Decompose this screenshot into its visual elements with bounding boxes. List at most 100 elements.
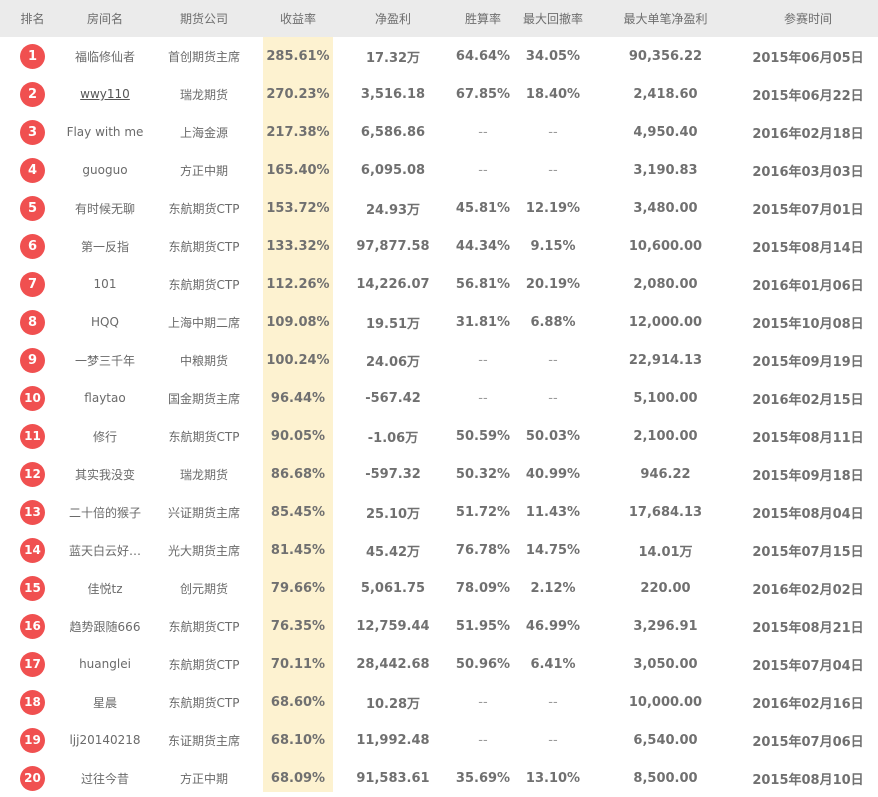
room-name-cell: 佳悦tz [87, 581, 123, 596]
company-cell: 国金期货主席 [167, 391, 240, 406]
company-cell: 瑞龙期货 [179, 467, 228, 482]
room-name-cell: 蓝天白云好… [68, 543, 141, 558]
rank-cell: 1 [0, 37, 65, 75]
room-name-cell: 过往今昔 [80, 771, 129, 786]
yield-cell: 133.32% [266, 238, 330, 254]
win-rate-cell: 51.95% [455, 618, 511, 634]
profit-cell: 91,583.61 [356, 770, 430, 786]
rank-cell: 4 [0, 151, 65, 189]
drawdown-cell: 11.43% [525, 504, 581, 520]
rank-cell: 13 [0, 493, 65, 531]
win-rate-cell: 44.34% [455, 238, 511, 254]
rank-cell: 16 [0, 607, 65, 645]
rank-cell: 10 [0, 379, 65, 417]
table-row: 14 蓝天白云好… 光大期货主席 81.45% 45.42万 76.78% 14.75% 14… [0, 531, 878, 569]
rank-cell: 17 [0, 645, 65, 683]
drawdown-cell: 34.05% [525, 48, 581, 64]
company-cell: 中粮期货 [179, 353, 228, 368]
rank-cell: 5 [0, 189, 65, 227]
date-cell: 2016年02月16日 [752, 696, 864, 712]
profit-cell: 24.06万 [365, 354, 421, 370]
room-name-link[interactable]: wwy110 [80, 87, 130, 101]
room-name-cell: 二十倍的猴子 [68, 505, 141, 520]
table-row: 17 huanglei 东航期货CTP 70.11% 28,442.68 50.96% 6.… [0, 645, 878, 683]
profit-cell: 25.10万 [365, 506, 421, 522]
header-win-rate: 胜算率 [453, 0, 513, 37]
room-name-cell: 101 [93, 277, 117, 291]
max-single-cell: 2,080.00 [633, 276, 698, 292]
max-single-cell: 17,684.13 [628, 504, 703, 520]
profit-cell: 6,586.86 [360, 124, 426, 140]
date-cell: 2016年03月03日 [752, 164, 864, 180]
max-single-cell: 6,540.00 [633, 732, 698, 748]
rank-cell: 14 [0, 531, 65, 569]
drawdown-cell: -- [548, 162, 558, 178]
profit-cell: 28,442.68 [356, 656, 430, 672]
room-name-cell: 趋势跟随666 [69, 619, 141, 634]
room-name-cell: Flay with me [66, 125, 144, 139]
win-rate-cell: -- [478, 732, 488, 748]
profit-cell: -597.32 [365, 466, 421, 482]
max-single-cell: 2,100.00 [633, 428, 698, 444]
drawdown-cell: 14.75% [525, 542, 581, 558]
yield-cell: 112.26% [266, 276, 330, 292]
table-row: 3 Flay with me 上海金源 217.38% 6,586.86 -- -- 4,95… [0, 113, 878, 151]
date-cell: 2016年01月06日 [752, 278, 864, 294]
profit-cell: 3,516.18 [360, 86, 426, 102]
header-company: 期货公司 [145, 0, 263, 37]
rank-badge: 15 [20, 575, 45, 601]
win-rate-cell: -- [478, 390, 488, 406]
company-cell: 东航期货CTP [168, 429, 240, 444]
table-row: 20 过往今昔 方正中期 68.09% 91,583.61 35.69% 13.10% 8,5… [0, 759, 878, 797]
room-name-cell: ljj20140218 [69, 733, 141, 747]
room-name-cell: 星晨 [92, 695, 117, 710]
rank-badge: 16 [20, 613, 45, 639]
company-cell: 东证期货主席 [167, 733, 240, 748]
yield-cell: 153.72% [266, 200, 330, 216]
win-rate-cell: -- [478, 352, 488, 368]
rank-badge: 2 [20, 81, 45, 107]
max-single-cell: 10,000.00 [628, 694, 703, 710]
profit-cell: 17.32万 [365, 50, 421, 66]
table-row: 4 guoguo 方正中期 165.40% 6,095.08 -- -- 3,190.83 20… [0, 151, 878, 189]
rank-cell: 8 [0, 303, 65, 341]
yield-cell: 100.24% [266, 352, 330, 368]
date-cell: 2015年07月06日 [752, 734, 864, 750]
win-rate-cell: 64.64% [455, 48, 511, 64]
drawdown-cell: 12.19% [525, 200, 581, 216]
yield-cell: 96.44% [270, 390, 326, 406]
win-rate-cell: 56.81% [455, 276, 511, 292]
room-name-cell: 一梦三千年 [74, 353, 135, 368]
header-date: 参赛时间 [738, 0, 878, 37]
rank-badge: 20 [20, 765, 45, 791]
yield-cell: 285.61% [266, 48, 330, 64]
rank-badge: 1 [20, 43, 45, 69]
rank-cell: 6 [0, 227, 65, 265]
rank-cell: 18 [0, 683, 65, 721]
win-rate-cell: 35.69% [455, 770, 511, 786]
company-cell: 东航期货CTP [168, 619, 240, 634]
date-cell: 2015年06月22日 [752, 88, 864, 104]
date-cell: 2016年02月18日 [752, 126, 864, 142]
date-cell: 2015年08月11日 [752, 430, 864, 446]
table-row: 19 ljj20140218 东证期货主席 68.10% 11,992.48 -- -- 6,… [0, 721, 878, 759]
header-profit: 净盈利 [333, 0, 453, 37]
room-name-cell: flaytao [84, 391, 126, 405]
yield-cell: 81.45% [270, 542, 326, 558]
rank-cell: 3 [0, 113, 65, 151]
drawdown-cell: -- [548, 732, 558, 748]
rank-badge: 8 [20, 309, 45, 335]
company-cell: 东航期货CTP [168, 201, 240, 216]
company-cell: 东航期货CTP [168, 657, 240, 672]
room-name-cell: wwy110 [65, 75, 145, 113]
drawdown-cell: 6.88% [530, 314, 576, 330]
max-single-cell: 3,050.00 [633, 656, 698, 672]
date-cell: 2015年08月14日 [752, 240, 864, 256]
room-name-cell: 福临修仙者 [74, 49, 135, 64]
date-cell: 2015年07月04日 [752, 658, 864, 674]
date-cell: 2015年09月19日 [752, 354, 864, 370]
max-single-cell: 3,190.83 [633, 162, 698, 178]
drawdown-cell: 9.15% [530, 238, 576, 254]
date-cell: 2016年02月15日 [752, 392, 864, 408]
date-cell: 2015年07月01日 [752, 202, 864, 218]
